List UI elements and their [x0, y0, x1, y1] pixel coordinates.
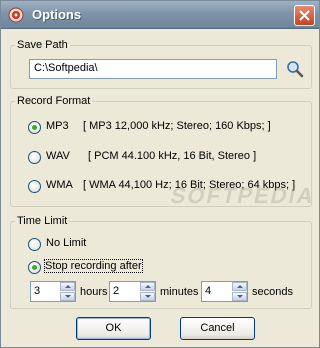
minutes-up-arrow-icon[interactable] [140, 282, 155, 291]
close-icon [299, 10, 310, 21]
watermark: SOFTPEDIA [168, 183, 318, 208]
seconds-up-arrow-icon[interactable] [232, 282, 247, 291]
seconds-spinner[interactable]: 4 [201, 281, 248, 302]
title-bar: Options [1, 1, 319, 29]
save-path-input[interactable]: C:\Softpedia\ [29, 59, 277, 79]
window-title: Options [32, 7, 82, 22]
hours-up-arrow-icon[interactable] [60, 282, 75, 291]
mp3-label[interactable]: MP3 [46, 120, 69, 132]
radio-mp3[interactable] [28, 121, 41, 134]
wav-detail: [ PCM 44.100 kHz, 16 Bit, Stereo ] [88, 150, 257, 162]
minutes-spinner[interactable]: 2 [109, 281, 156, 302]
cancel-button[interactable]: Cancel [180, 317, 255, 340]
radio-wma[interactable] [28, 180, 41, 193]
minutes-unit: minutes [160, 286, 199, 298]
browse-button[interactable] [285, 59, 305, 79]
wma-label[interactable]: WMA [46, 179, 73, 191]
hours-spinner[interactable]: 3 [30, 281, 76, 302]
hours-down-arrow-icon[interactable] [60, 292, 75, 301]
stop-recording-label[interactable]: Stop recording after [44, 259, 143, 273]
radio-stop-recording[interactable] [28, 261, 41, 274]
ok-button[interactable]: OK [76, 317, 151, 340]
minutes-down-arrow-icon[interactable] [140, 292, 155, 301]
seconds-down-arrow-icon[interactable] [232, 292, 247, 301]
radio-no-limit[interactable] [28, 238, 41, 251]
hours-value[interactable]: 3 [34, 285, 40, 297]
close-button[interactable] [294, 5, 315, 26]
save-path-legend: Save Path [17, 39, 68, 51]
wav-label[interactable]: WAV [46, 150, 70, 162]
seconds-value[interactable]: 4 [205, 285, 211, 297]
time-limit-legend: Time Limit [17, 215, 68, 227]
seconds-unit: seconds [252, 286, 293, 298]
mp3-detail: [ MP3 12,000 kHz; Stereo; 160 Kbps; ] [83, 120, 271, 132]
record-format-legend: Record Format [17, 95, 91, 107]
radio-wav[interactable] [28, 151, 41, 164]
minutes-value[interactable]: 2 [113, 285, 119, 297]
search-icon [287, 61, 304, 78]
options-dialog: Options Save Path C:\Softpedia\ Record F… [0, 0, 320, 348]
no-limit-label[interactable]: No Limit [46, 237, 86, 249]
hours-unit: hours [80, 286, 108, 298]
app-icon [8, 7, 24, 23]
